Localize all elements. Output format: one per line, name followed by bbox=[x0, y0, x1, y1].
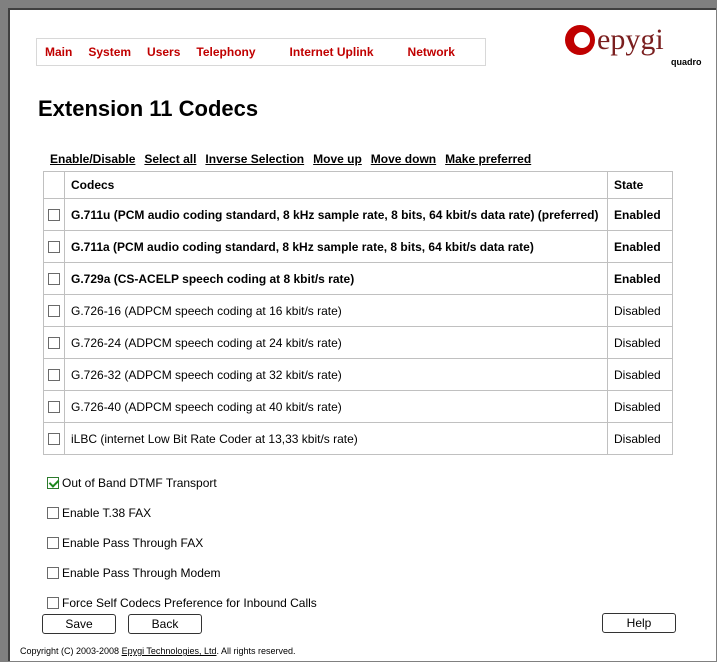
option-pass-through-modem[interactable]: Enable Pass Through Modem bbox=[47, 558, 317, 588]
pass-through-modem-label: Enable Pass Through Modem bbox=[62, 566, 221, 580]
nav-internet-uplink[interactable]: Internet Uplink bbox=[282, 45, 382, 59]
header-state: State bbox=[607, 171, 673, 199]
move-up-link[interactable]: Move up bbox=[313, 152, 362, 166]
row-checkbox[interactable] bbox=[48, 273, 60, 286]
codec-state: Enabled bbox=[607, 230, 673, 263]
codec-state: Disabled bbox=[607, 358, 673, 391]
nav-users[interactable]: Users bbox=[139, 45, 188, 59]
top-nav: Main System Users Telephony Internet Upl… bbox=[36, 38, 486, 66]
table-toolbar: Enable/Disable Select all Inverse Select… bbox=[50, 152, 531, 166]
app-window: Main System Users Telephony Internet Upl… bbox=[8, 8, 716, 661]
copyright-suffix: . All rights reserved. bbox=[216, 646, 296, 656]
option-pass-through-fax[interactable]: Enable Pass Through FAX bbox=[47, 528, 317, 558]
row-checkbox-cell bbox=[43, 326, 65, 359]
options-group: Out of Band DTMF Transport Enable T.38 F… bbox=[47, 468, 317, 618]
enable-t38-fax-checkbox[interactable] bbox=[47, 507, 59, 519]
codec-state: Disabled bbox=[607, 422, 673, 455]
table-row: G.729a (CS-ACELP speech coding at 8 kbit… bbox=[43, 262, 673, 295]
epygi-logo: epygi quadro bbox=[565, 23, 702, 73]
table-row: G.726-24 (ADPCM speech coding at 24 kbit… bbox=[43, 326, 673, 359]
row-checkbox[interactable] bbox=[48, 369, 60, 382]
codecs-table: Codecs State G.711u (PCM audio coding st… bbox=[43, 171, 673, 455]
codec-name: G.711a (PCM audio coding standard, 8 kHz… bbox=[64, 230, 608, 263]
save-button[interactable]: Save bbox=[42, 614, 116, 634]
row-checkbox[interactable] bbox=[48, 305, 60, 318]
move-down-link[interactable]: Move down bbox=[371, 152, 436, 166]
table-row: G.711u (PCM audio coding standard, 8 kHz… bbox=[43, 198, 673, 231]
out-of-band-dtmf-checkbox[interactable] bbox=[47, 477, 59, 489]
option-enable-t38-fax[interactable]: Enable T.38 FAX bbox=[47, 498, 317, 528]
row-checkbox[interactable] bbox=[48, 337, 60, 350]
out-of-band-dtmf-label: Out of Band DTMF Transport bbox=[62, 476, 217, 490]
copyright-prefix: Copyright (C) 2003-2008 bbox=[20, 646, 122, 656]
logo-product-text: quadro bbox=[671, 57, 702, 67]
force-self-codecs-label: Force Self Codecs Preference for Inbound… bbox=[62, 596, 317, 610]
codec-name: G.711u (PCM audio coding standard, 8 kHz… bbox=[64, 198, 608, 231]
codec-state: Disabled bbox=[607, 326, 673, 359]
nav-telephony[interactable]: Telephony bbox=[188, 45, 263, 59]
table-row: G.726-16 (ADPCM speech coding at 16 kbit… bbox=[43, 294, 673, 327]
row-checkbox-cell bbox=[43, 294, 65, 327]
table-row: G.726-40 (ADPCM speech coding at 40 kbit… bbox=[43, 390, 673, 423]
row-checkbox[interactable] bbox=[48, 241, 60, 254]
pass-through-fax-checkbox[interactable] bbox=[47, 537, 59, 549]
codec-name: G.726-32 (ADPCM speech coding at 32 kbit… bbox=[64, 358, 608, 391]
select-all-link[interactable]: Select all bbox=[144, 152, 196, 166]
header-checkbox-cell bbox=[43, 171, 65, 199]
row-checkbox-cell bbox=[43, 390, 65, 423]
row-checkbox[interactable] bbox=[48, 433, 60, 446]
row-checkbox[interactable] bbox=[48, 209, 60, 222]
codec-name: G.726-40 (ADPCM speech coding at 40 kbit… bbox=[64, 390, 608, 423]
codec-name: G.729a (CS-ACELP speech coding at 8 kbit… bbox=[64, 262, 608, 295]
table-row: iLBC (internet Low Bit Rate Coder at 13,… bbox=[43, 422, 673, 455]
copyright-footer: Copyright (C) 2003-2008 Epygi Technologi… bbox=[20, 646, 296, 656]
help-button[interactable]: Help bbox=[602, 613, 676, 633]
page-title: Extension 11 Codecs bbox=[38, 96, 259, 121]
codec-name: G.726-16 (ADPCM speech coding at 16 kbit… bbox=[64, 294, 608, 327]
row-checkbox-cell bbox=[43, 198, 65, 231]
row-checkbox[interactable] bbox=[48, 401, 60, 414]
option-out-of-band-dtmf[interactable]: Out of Band DTMF Transport bbox=[47, 468, 317, 498]
codec-name: iLBC (internet Low Bit Rate Coder at 13,… bbox=[64, 422, 608, 455]
epygi-logo-icon bbox=[565, 25, 595, 55]
force-self-codecs-checkbox[interactable] bbox=[47, 597, 59, 609]
row-checkbox-cell bbox=[43, 358, 65, 391]
row-checkbox-cell bbox=[43, 230, 65, 263]
table-row: G.726-32 (ADPCM speech coding at 32 kbit… bbox=[43, 358, 673, 391]
company-link[interactable]: Epygi Technologies, Ltd bbox=[122, 646, 217, 656]
row-checkbox-cell bbox=[43, 422, 65, 455]
pass-through-fax-label: Enable Pass Through FAX bbox=[62, 536, 204, 550]
inverse-selection-link[interactable]: Inverse Selection bbox=[205, 152, 304, 166]
codec-state: Enabled bbox=[607, 198, 673, 231]
make-preferred-link[interactable]: Make preferred bbox=[445, 152, 531, 166]
nav-main[interactable]: Main bbox=[37, 45, 80, 59]
codec-state: Disabled bbox=[607, 294, 673, 327]
codec-name: G.726-24 (ADPCM speech coding at 24 kbit… bbox=[64, 326, 608, 359]
table-header-row: Codecs State bbox=[43, 171, 673, 199]
row-checkbox-cell bbox=[43, 262, 65, 295]
logo-brand-text: epygi bbox=[597, 23, 664, 56]
enable-disable-link[interactable]: Enable/Disable bbox=[50, 152, 135, 166]
codec-state: Disabled bbox=[607, 390, 673, 423]
enable-t38-fax-label: Enable T.38 FAX bbox=[62, 506, 152, 520]
nav-system[interactable]: System bbox=[80, 45, 139, 59]
back-button[interactable]: Back bbox=[128, 614, 202, 634]
codec-state: Enabled bbox=[607, 262, 673, 295]
pass-through-modem-checkbox[interactable] bbox=[47, 567, 59, 579]
header-codecs: Codecs bbox=[64, 171, 608, 199]
nav-network[interactable]: Network bbox=[400, 45, 463, 59]
table-row: G.711a (PCM audio coding standard, 8 kHz… bbox=[43, 230, 673, 263]
